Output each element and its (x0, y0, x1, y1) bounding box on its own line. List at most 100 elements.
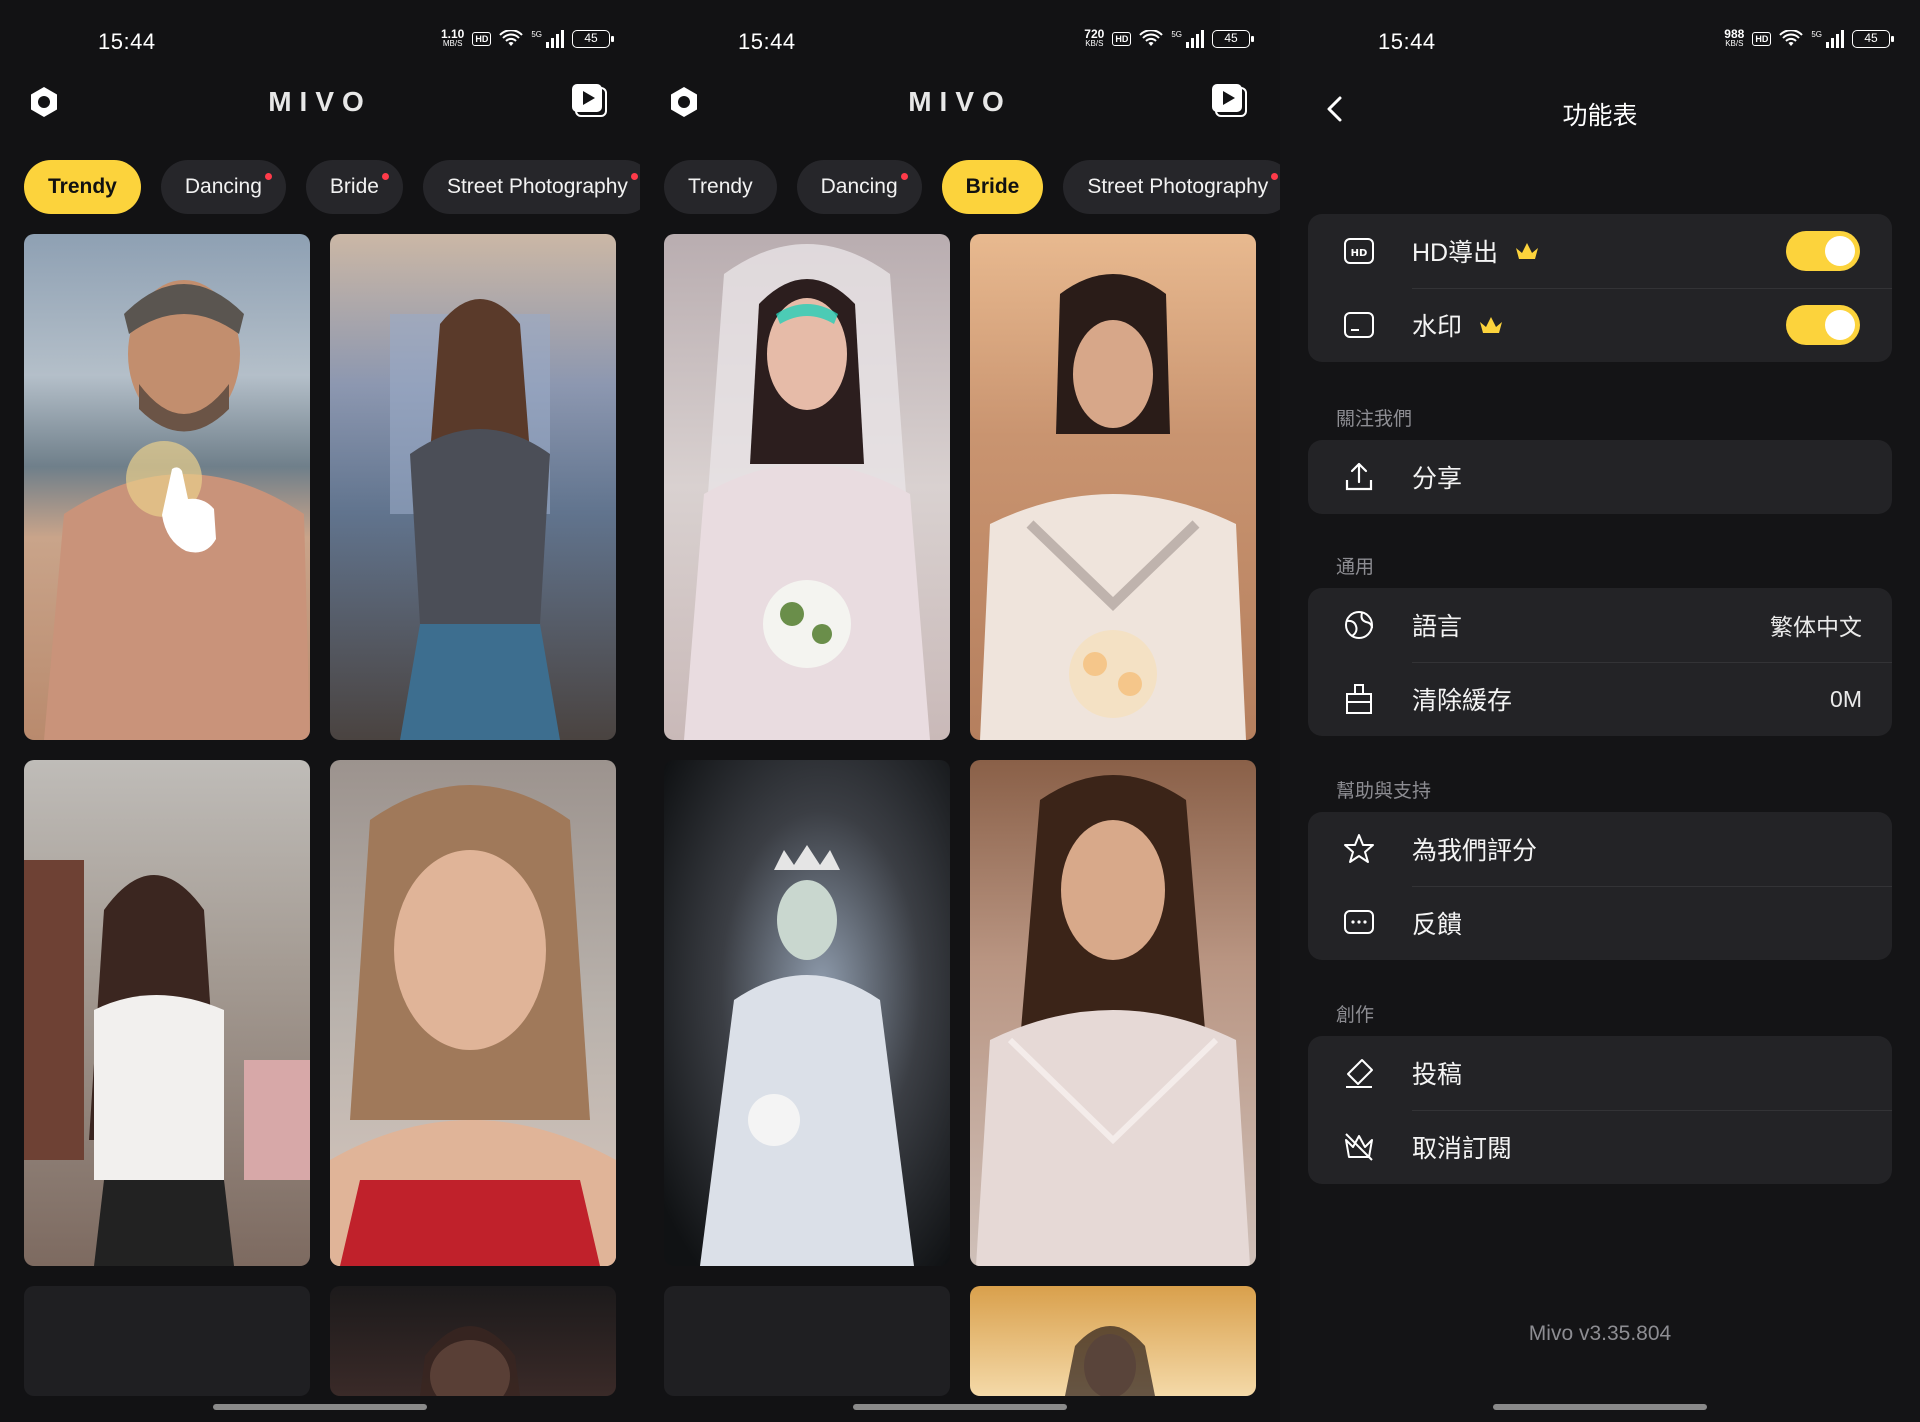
tab-dancing[interactable]: Dancing (796, 160, 922, 214)
template-card[interactable] (970, 760, 1256, 1266)
feed-screen-bride: 15:44 720 KB/S HD 5G 45 MIVO Trendy Danci… (640, 0, 1280, 1422)
network-speed: 720 KB/S (1084, 27, 1105, 48)
template-thumbnail (44, 280, 310, 740)
svg-text:HD: HD (1351, 248, 1368, 259)
section-title-general: 通用 (1336, 557, 1375, 578)
clear-cache-row[interactable]: 清除緩存 0M (1308, 662, 1892, 736)
pen-submit-icon (1346, 1059, 1373, 1088)
cache-size-value: 0M (1830, 685, 1862, 712)
battery-icon: 45 (1852, 30, 1894, 48)
cell-signal-icon: 5G (1811, 30, 1844, 48)
template-card[interactable] (664, 234, 950, 740)
star-icon (1344, 834, 1374, 863)
app-logo: MIVO (268, 86, 372, 117)
new-badge-dot (381, 173, 389, 180)
language-row[interactable]: 語言 繁体中文 (1308, 588, 1892, 662)
template-thumbnail (420, 1326, 520, 1396)
new-badge-dot (1271, 173, 1279, 180)
unsubscribe-row[interactable]: 取消訂閱 (1308, 1110, 1892, 1184)
app-header: MIVO (640, 78, 1280, 138)
tab-dancing[interactable]: Dancing (160, 160, 286, 214)
language-label: 語言 (1412, 613, 1463, 641)
tab-trendy[interactable]: Trendy (664, 160, 777, 214)
template-thumbnail (980, 274, 1246, 740)
network-speed: 988 KB/S (1724, 27, 1745, 48)
crown-icon (1516, 243, 1539, 259)
tab-street-photography[interactable]: Street Photography (422, 160, 640, 214)
battery-icon: 45 (572, 30, 614, 48)
wifi-icon (1779, 30, 1804, 46)
watermark-icon (1344, 312, 1374, 338)
share-label: 分享 (1412, 465, 1463, 493)
template-thumbnail (684, 244, 930, 740)
create-group: 投稿 取消訂閱 (1308, 1036, 1892, 1184)
feedback-row[interactable]: 反饋 (1308, 886, 1892, 960)
feedback-label: 反饋 (1412, 911, 1463, 939)
page-title: 功能表 (1562, 102, 1638, 130)
battery-icon: 45 (1212, 30, 1254, 48)
unsubscribe-crown-icon (1345, 1133, 1373, 1161)
screen-stage: 15:44 1.10 MB/S HD 5G 45 MIVO Trendy Danc… (0, 0, 1920, 1422)
template-thumbnail (330, 785, 616, 1266)
unsubscribe-label: 取消訂閱 (1412, 1135, 1513, 1163)
globe-icon (1345, 611, 1373, 639)
category-tabs: Trendy Dancing Bride Street Photography (24, 160, 640, 214)
status-time: 15:44 (1378, 29, 1436, 54)
new-badge-dot (630, 173, 638, 180)
settings-screen: 15:44 988 KB/S HD 5G 45 功能表 HD HD導出 水印 關… (1280, 0, 1920, 1422)
app-version: Mivo v3.35.804 (1528, 1322, 1672, 1345)
tab-street-photography[interactable]: Street Photography (1063, 160, 1280, 214)
settings-header: 功能表 (1280, 80, 1920, 146)
clear-cache-label: 清除緩存 (1412, 687, 1513, 715)
template-card[interactable] (970, 1286, 1256, 1396)
watermark-label: 水印 (1412, 313, 1463, 341)
template-card[interactable] (24, 760, 310, 1266)
status-bar: 15:44 988 KB/S HD 5G 45 (1280, 0, 1920, 80)
hd-indicator: HD (472, 32, 492, 46)
app-logo: MIVO (908, 86, 1012, 117)
new-badge-dot (264, 173, 272, 180)
template-card[interactable] (664, 1286, 950, 1396)
cell-signal-icon: 5G (1171, 30, 1204, 48)
cell-signal-icon: 5G (531, 30, 564, 48)
rate-us-row[interactable]: 為我們評分 (1308, 812, 1892, 886)
chat-bubble-icon (1344, 910, 1374, 934)
rate-us-label: 為我們評分 (1412, 837, 1538, 865)
template-card[interactable] (970, 234, 1256, 740)
wifi-icon (499, 30, 524, 46)
status-bar: 15:44 1.10 MB/S HD 5G 45 (0, 0, 640, 80)
home-indicator[interactable] (1493, 1404, 1707, 1410)
hd-export-row[interactable]: HD HD導出 (1308, 214, 1892, 288)
wifi-icon (1139, 30, 1164, 46)
template-card[interactable] (330, 234, 616, 740)
home-indicator[interactable] (853, 1404, 1067, 1410)
video-play-icon[interactable] (1210, 80, 1248, 118)
feed-screen-trendy: 15:44 1.10 MB/S HD 5G 45 MIVO Trendy Danc… (0, 0, 640, 1422)
template-card[interactable] (24, 234, 310, 740)
watermark-toggle[interactable] (1786, 305, 1860, 345)
language-value: 繁体中文 (1770, 614, 1862, 640)
status-time: 15:44 (98, 29, 156, 54)
share-row[interactable]: 分享 (1308, 440, 1892, 514)
template-card[interactable] (664, 760, 950, 1266)
video-play-icon[interactable] (570, 80, 608, 118)
template-card[interactable] (330, 760, 616, 1266)
share-upload-icon (1345, 462, 1373, 491)
broom-icon (1346, 684, 1372, 714)
hd-indicator: HD (1112, 32, 1132, 46)
section-title-follow: 關注我們 (1336, 409, 1413, 430)
follow-group: 分享 (1308, 440, 1892, 514)
tab-bride[interactable]: Bride (941, 160, 1044, 214)
template-card[interactable] (330, 1286, 616, 1396)
tab-bride[interactable]: Bride (305, 160, 403, 214)
export-settings-group: HD HD導出 水印 (1308, 214, 1892, 362)
status-time: 15:44 (738, 29, 796, 54)
template-card[interactable] (24, 1286, 310, 1396)
submit-row[interactable]: 投稿 (1308, 1036, 1892, 1110)
hd-export-toggle[interactable] (1786, 231, 1860, 271)
template-thumbnail (976, 775, 1250, 1266)
watermark-row[interactable]: 水印 (1308, 288, 1892, 362)
category-tabs: Trendy Dancing Bride Street Photography (664, 160, 1280, 214)
tab-trendy[interactable]: Trendy (24, 160, 141, 214)
home-indicator[interactable] (213, 1404, 427, 1410)
